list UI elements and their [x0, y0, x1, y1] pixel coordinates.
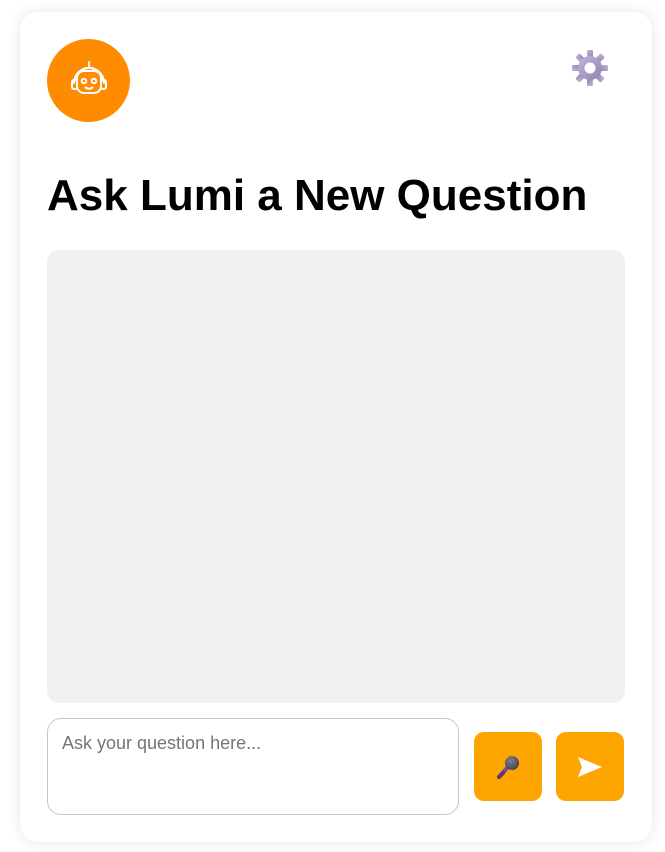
send-arrow-icon [578, 756, 602, 777]
assistant-card: Ask Lumi a New Question [20, 12, 652, 842]
chat-history-area [47, 250, 625, 703]
lumi-avatar [47, 39, 130, 122]
microphone-icon [497, 755, 519, 779]
question-input[interactable] [47, 718, 459, 815]
microphone-button[interactable] [474, 732, 542, 801]
robot-icon [70, 60, 107, 94]
page-title: Ask Lumi a New Question [47, 171, 588, 220]
gear-icon [572, 50, 608, 86]
settings-button[interactable] [568, 46, 612, 90]
send-button[interactable] [556, 732, 624, 801]
